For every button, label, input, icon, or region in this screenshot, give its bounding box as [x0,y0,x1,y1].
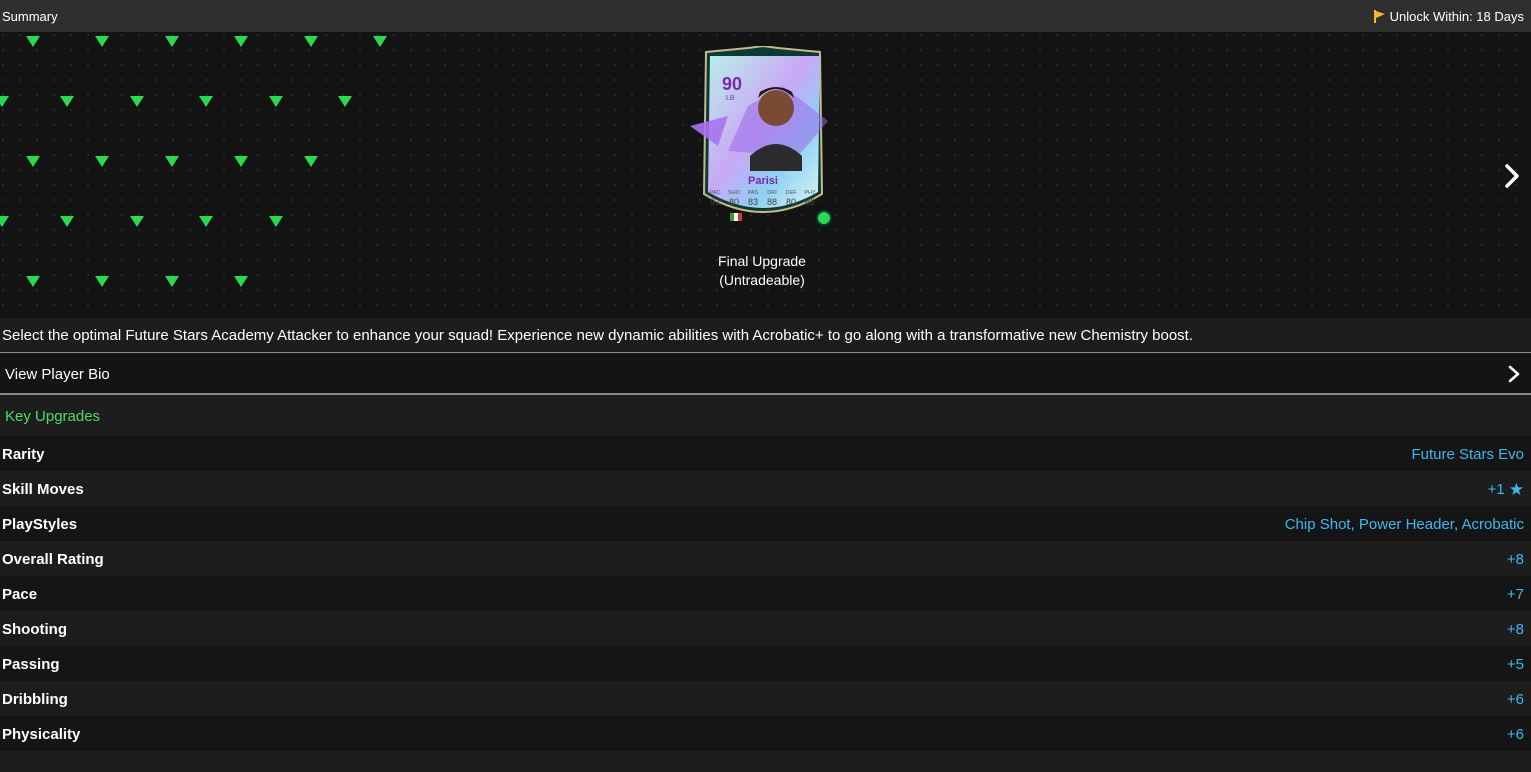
upgrade-value-group: +1 ★ [1488,481,1524,498]
description: Select the optimal Future Stars Academy … [0,318,1531,353]
upgrade-row-playstyles: PlayStyles Chip Shot, Power Header, Acro… [0,506,1531,541]
view-player-bio-label: View Player Bio [5,366,110,383]
unlock-text: Unlock Within: 18 Days [1389,9,1524,24]
card-stat-value: 88 [767,197,777,207]
upgrade-value: +5 [1506,656,1524,673]
flag-icon [1373,10,1385,23]
key-upgrades-title: Key Upgrades [5,408,101,425]
upgrade-row-dribbling: Dribbling +6 [0,681,1531,716]
upgrade-value: +8 [1506,621,1524,638]
upgrade-label: Dribbling [2,691,68,708]
upgrade-label: Skill Moves [2,481,84,498]
card-name: Parisi [748,175,778,187]
card-stat-label: PHY [804,190,816,196]
card-stat-value: 86 [805,197,815,207]
card-stat-value: 80 [786,197,796,207]
upgrade-value: +6 [1506,726,1524,743]
upgrade-value: Chip Shot, Power Header, Acrobatic [1284,516,1524,533]
page-title: Summary [2,9,58,24]
chevron-right-icon [1508,365,1520,383]
card-stat-value: 80 [729,197,739,207]
upgrades-list: Rarity Future Stars Evo Skill Moves +1 ★… [0,436,1531,751]
card-stat-value: 92 [710,197,720,207]
card-rating: 90 [722,74,742,94]
upgrade-value: +1 [1487,481,1505,498]
upgrade-value: +8 [1506,551,1524,568]
upgrade-label: Rarity [2,446,45,463]
card-stat-value: 83 [748,197,758,207]
upgrade-row-physicality: Physicality +6 [0,716,1531,751]
card-caption-title: Final Upgrade [718,253,806,269]
star-icon: ★ [1508,480,1524,499]
next-arrow-icon[interactable] [1500,162,1524,190]
top-bar: Summary Unlock Within: 18 Days [0,0,1531,32]
player-card[interactable]: 90 LB Parisi PAC92SHO80PAS83DRI88DEF80PH… [688,46,838,236]
upgrade-row-shooting: Shooting +8 [0,611,1531,646]
card-stat-label: DEF [786,190,798,196]
upgrade-row-passing: Passing +5 [0,646,1531,681]
view-player-bio-row[interactable]: View Player Bio [0,354,1531,395]
upgrade-label: Physicality [2,726,81,743]
card-stat-label: PAS [748,190,759,196]
upgrade-value: Future Stars Evo [1411,446,1524,463]
description-text: Select the optimal Future Stars Academy … [2,327,1194,344]
card-caption: Final Upgrade (Untradeable) [612,252,912,290]
upgrade-row-pace: Pace +7 [0,576,1531,611]
upgrade-row-overall-rating: Overall Rating +8 [0,541,1531,576]
key-upgrades-header: Key Upgrades [0,397,1531,436]
card-stat-label: DRI [767,190,777,196]
upgrade-label: Overall Rating [2,551,104,568]
upgrade-row-rarity: Rarity Future Stars Evo [0,436,1531,471]
card-position: LB [726,95,735,102]
hero-banner: 90 LB Parisi PAC 92 SHO 80 PAS 83 DRI 88 DEF 80 PH… [0,32,1531,318]
upgrade-value: +7 [1506,586,1524,603]
card-stat-label: PAC [710,190,721,196]
upgrade-label: PlayStyles [2,516,78,533]
upgrade-label: Passing [2,656,60,673]
upgrade-row-skill-moves: Skill Moves +1 ★ [0,471,1531,506]
upgrade-value: +6 [1506,691,1524,708]
card-caption-subtitle: (Untradeable) [719,272,805,288]
upgrade-label: Shooting [2,621,67,638]
unlock-timer: Unlock Within: 18 Days [1373,9,1524,24]
card-stat-label: SHO [728,190,741,196]
upgrade-label: Pace [2,586,38,603]
